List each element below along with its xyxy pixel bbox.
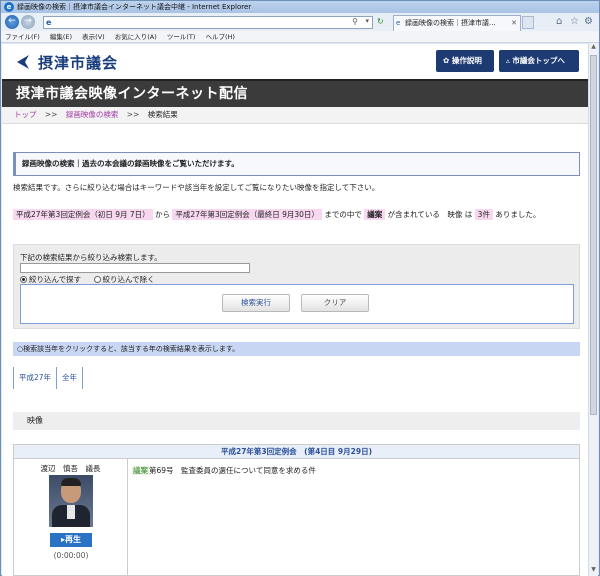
browser-tab[interactable]: e 録画映像の検索｜摂津市議... ✕: [393, 15, 521, 31]
browser-window: e 録画映像の検索｜摂津市議会インターネット議会中継 - Internet Ex…: [0, 0, 600, 576]
refine-keyword-input[interactable]: [20, 263, 250, 273]
back-button[interactable]: ←: [5, 15, 19, 29]
help-button-label: 操作説明: [451, 56, 482, 65]
window-title: 録画映像の検索｜摂津市議会インターネット議会中継 - Internet Expl…: [17, 3, 252, 11]
speaker-cell: 渡辺 慎吾 議長 ▸再生 (0:00:00): [14, 459, 128, 576]
topic-keyword-highlight: 議案: [132, 466, 149, 475]
speaker-name: 渡辺 慎吾 議長: [40, 464, 101, 473]
scroll-down-icon[interactable]: ▼: [589, 566, 598, 576]
clear-button[interactable]: クリア: [301, 294, 369, 312]
council-top-label: 市議会トップへ: [512, 56, 565, 65]
refine-button-area: 検索実行 クリア: [20, 284, 574, 324]
page-banner: 摂津市議会映像インターネット配信: [2, 79, 589, 107]
condition-to: 平成27年第3回定例会（最終日 9月30日）: [172, 209, 322, 220]
vertical-scrollbar[interactable]: ▲ ▼: [588, 43, 598, 576]
favorites-star-icon[interactable]: ☆: [570, 16, 579, 27]
breadcrumb: トップ >> 録画映像の検索 >> 検索結果: [2, 107, 589, 124]
speaker-photo: [49, 475, 93, 527]
years-note: ○検索該当年をクリックすると、該当する年の検索結果を表示します。: [13, 342, 580, 356]
site-logo[interactable]: 摂津市議会: [15, 52, 118, 73]
logo-text: 摂津市議会: [38, 54, 119, 72]
tab-close-icon[interactable]: ✕: [511, 16, 517, 31]
result-count-suffix: ありました。: [495, 210, 541, 219]
gear-icon[interactable]: ⚙: [584, 16, 593, 27]
refine-exclude-option[interactable]: 絞り込んで除く: [93, 275, 155, 284]
ie-logo-icon: e: [4, 2, 14, 12]
refine-search-panel: 下記の検索結果から絞り込み検索します。 絞り込んで探す 絞り込んで除く 検索実行…: [13, 244, 580, 329]
radio-include[interactable]: [20, 276, 27, 283]
breadcrumb-separator: >>: [44, 110, 58, 119]
condition-from: 平成27年第3回定例会（初日 9月 7日）: [13, 209, 153, 220]
play-button-label: 再生: [65, 535, 81, 544]
search-conditions: 平成27年第3回定例会（初日 9月 7日） から 平成27年第3回定例会（最終日…: [13, 206, 583, 223]
menu-view[interactable]: 表示(V): [82, 33, 105, 41]
menu-file[interactable]: ファイル(F): [5, 33, 40, 41]
radio-exclude-label: 絞り込んで除く: [102, 275, 155, 284]
page-notice: 録画映像の検索｜過去の本会議の録画映像をご覧いただけます。: [13, 152, 580, 176]
breadcrumb-search-link[interactable]: 録画映像の検索: [66, 110, 119, 119]
refine-include-option[interactable]: 絞り込んで探す: [20, 275, 81, 284]
session-title[interactable]: 平成27年第3回定例会 (第4日目 9月29日): [14, 445, 579, 459]
year-tab-h27[interactable]: 平成27年: [13, 367, 58, 389]
scrollbar-thumb[interactable]: [590, 55, 597, 415]
browser-toolbar: ← → e ⚲ ▾ ↻ e 録画映像の検索｜摂津市議... ✕ ⌂ ☆ ⚙: [1, 13, 599, 31]
result-count: 3件: [474, 209, 493, 220]
refine-label: 下記の検索結果から絞り込み検索します。: [20, 253, 162, 262]
play-button[interactable]: ▸再生: [50, 533, 92, 547]
new-tab-button[interactable]: [522, 16, 534, 29]
video-timestamp: (0:00:00): [53, 551, 89, 560]
site-header: 摂津市議会 ✿ 操作説明 ▵ 市議会トップへ: [2, 44, 589, 79]
logo-mark-icon: [17, 55, 29, 69]
help-button[interactable]: ✿ 操作説明: [436, 50, 494, 72]
council-top-button[interactable]: ▵ 市議会トップへ: [499, 50, 579, 72]
condition-from-suffix: から: [155, 210, 171, 219]
condition-keyword-suffix: が含まれている 映像 は: [387, 210, 473, 219]
breadcrumb-home-link[interactable]: トップ: [14, 110, 37, 119]
result-description: 検索結果です。さらに絞り込む場合はキーワードや該当年を設定してご覧になりたい映像…: [13, 183, 380, 192]
menu-help[interactable]: ヘルプ(H): [206, 33, 235, 41]
video-section-heading: 映像: [13, 412, 580, 430]
breadcrumb-separator: >>: [126, 110, 140, 119]
year-tabs: 平成27年 全年: [13, 367, 84, 389]
condition-keyword: 議案: [364, 209, 386, 220]
condition-to-suffix: までの中で: [324, 210, 362, 219]
menu-favorites[interactable]: お気に入り(A): [115, 33, 157, 41]
menu-tools[interactable]: ツール(T): [167, 33, 196, 41]
address-dropdown-icon[interactable]: ▾: [365, 17, 369, 25]
photo-shirt: [67, 505, 75, 519]
window-titlebar: e 録画映像の検索｜摂津市議会インターネット議会中継 - Internet Ex…: [1, 1, 599, 13]
scroll-up-icon[interactable]: ▲: [589, 43, 598, 53]
search-icon[interactable]: ⚲: [352, 17, 358, 26]
refresh-icon[interactable]: ↻: [377, 17, 384, 26]
home-icon[interactable]: ⌂: [556, 16, 562, 27]
menu-bar: ファイル(F) 編集(E) 表示(V) お気に入り(A) ツール(T) ヘルプ(…: [1, 31, 599, 43]
page-content: 摂津市議会 ✿ 操作説明 ▵ 市議会トップへ 摂津市議会映像インターネット配信 …: [2, 44, 589, 576]
forward-button[interactable]: →: [21, 15, 35, 29]
session-result: 平成27年第3回定例会 (第4日目 9月29日) 渡辺 慎吾 議長 ▸再生 (0…: [13, 444, 580, 576]
page-favicon-icon: e: [46, 18, 52, 27]
topic-text: 第69号 監査委員の選任について同意を求める件: [149, 466, 316, 475]
session-topic: 議案第69号 監査委員の選任について同意を求める件: [132, 465, 316, 476]
breadcrumb-current: 検索結果: [147, 110, 178, 119]
photo-hair: [61, 478, 81, 486]
tab-favicon-icon: e: [396, 19, 401, 27]
tab-label: 録画映像の検索｜摂津市議...: [405, 19, 496, 27]
radio-exclude[interactable]: [93, 276, 101, 283]
address-bar[interactable]: e ⚲ ▾: [43, 16, 373, 29]
radio-include-label: 絞り込んで探す: [29, 275, 82, 284]
search-execute-button[interactable]: 検索実行: [222, 294, 290, 312]
menu-edit[interactable]: 編集(E): [50, 33, 72, 41]
year-tab-all[interactable]: 全年: [56, 367, 84, 389]
